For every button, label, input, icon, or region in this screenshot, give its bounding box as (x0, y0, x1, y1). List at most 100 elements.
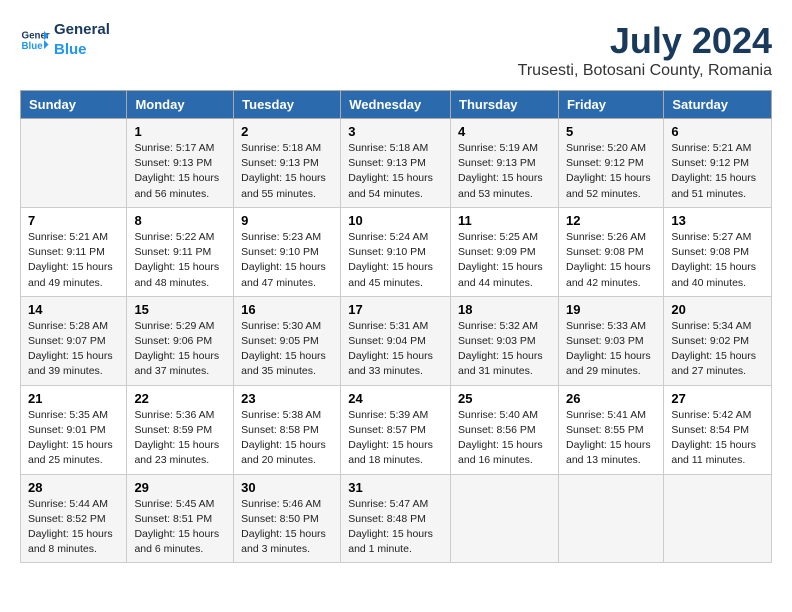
day-number: 8 (134, 213, 226, 228)
calendar-cell: 11 Sunrise: 5:25 AMSunset: 9:09 PMDayligh… (451, 207, 559, 296)
day-number: 27 (671, 391, 764, 406)
day-number: 21 (28, 391, 119, 406)
day-info: Sunrise: 5:18 AMSunset: 9:13 PMDaylight:… (348, 141, 443, 202)
day-info: Sunrise: 5:45 AMSunset: 8:51 PMDaylight:… (134, 497, 226, 558)
calendar-cell: 15 Sunrise: 5:29 AMSunset: 9:06 PMDayligh… (127, 296, 234, 385)
day-number: 19 (566, 302, 656, 317)
day-number: 26 (566, 391, 656, 406)
day-header-sunday: Sunday (21, 91, 127, 119)
day-number: 15 (134, 302, 226, 317)
day-number: 1 (134, 124, 226, 139)
calendar-cell (664, 474, 772, 563)
day-number: 7 (28, 213, 119, 228)
calendar-cell (451, 474, 559, 563)
day-header-wednesday: Wednesday (341, 91, 451, 119)
day-info: Sunrise: 5:25 AMSunset: 9:09 PMDaylight:… (458, 230, 551, 291)
calendar-cell: 25 Sunrise: 5:40 AMSunset: 8:56 PMDayligh… (451, 385, 559, 474)
calendar-cell: 10Sunrise: 5:24 AMSunset: 9:10 PMDayligh… (341, 207, 451, 296)
calendar-cell: 24 Sunrise: 5:39 AMSunset: 8:57 PMDayligh… (341, 385, 451, 474)
week-row-5: 28 Sunrise: 5:44 AMSunset: 8:52 PMDayligh… (21, 474, 772, 563)
calendar-cell: 18 Sunrise: 5:32 AMSunset: 9:03 PMDayligh… (451, 296, 559, 385)
day-info: Sunrise: 5:19 AMSunset: 9:13 PMDaylight:… (458, 141, 551, 202)
calendar-table: SundayMondayTuesdayWednesdayThursdayFrid… (20, 90, 772, 563)
calendar-cell: 16 Sunrise: 5:30 AMSunset: 9:05 PMDayligh… (234, 296, 341, 385)
day-number: 13 (671, 213, 764, 228)
calendar-cell: 6 Sunrise: 5:21 AMSunset: 9:12 PMDaylight… (664, 119, 772, 208)
day-info: Sunrise: 5:21 AMSunset: 9:12 PMDaylight:… (671, 141, 764, 202)
day-number: 9 (241, 213, 333, 228)
day-info: Sunrise: 5:39 AMSunset: 8:57 PMDaylight:… (348, 408, 443, 469)
calendar-cell: 5 Sunrise: 5:20 AMSunset: 9:12 PMDaylight… (558, 119, 663, 208)
week-row-2: 7 Sunrise: 5:21 AMSunset: 9:11 PMDaylight… (21, 207, 772, 296)
calendar-cell: 8 Sunrise: 5:22 AMSunset: 9:11 PMDaylight… (127, 207, 234, 296)
day-info: Sunrise: 5:22 AMSunset: 9:11 PMDaylight:… (134, 230, 226, 291)
day-info: Sunrise: 5:20 AMSunset: 9:12 PMDaylight:… (566, 141, 656, 202)
day-number: 31 (348, 480, 443, 495)
day-info: Sunrise: 5:41 AMSunset: 8:55 PMDaylight:… (566, 408, 656, 469)
day-info: Sunrise: 5:23 AMSunset: 9:10 PMDaylight:… (241, 230, 333, 291)
day-header-thursday: Thursday (451, 91, 559, 119)
logo-icon: General Blue (20, 25, 50, 55)
calendar-cell: 7 Sunrise: 5:21 AMSunset: 9:11 PMDaylight… (21, 207, 127, 296)
day-info: Sunrise: 5:44 AMSunset: 8:52 PMDaylight:… (28, 497, 119, 558)
day-info: Sunrise: 5:47 AMSunset: 8:48 PMDaylight:… (348, 497, 443, 558)
day-number: 24 (348, 391, 443, 406)
day-number: 12 (566, 213, 656, 228)
day-number: 20 (671, 302, 764, 317)
week-row-4: 21 Sunrise: 5:35 AMSunset: 9:01 PMDayligh… (21, 385, 772, 474)
day-number: 6 (671, 124, 764, 139)
calendar-cell: 26 Sunrise: 5:41 AMSunset: 8:55 PMDayligh… (558, 385, 663, 474)
calendar-cell: 20Sunrise: 5:34 AMSunset: 9:02 PMDayligh… (664, 296, 772, 385)
day-info: Sunrise: 5:38 AMSunset: 8:58 PMDaylight:… (241, 408, 333, 469)
calendar-cell: 19 Sunrise: 5:33 AMSunset: 9:03 PMDayligh… (558, 296, 663, 385)
calendar-cell: 1Sunrise: 5:17 AMSunset: 9:13 PMDaylight… (127, 119, 234, 208)
logo-line1: General (54, 20, 110, 40)
day-header-friday: Friday (558, 91, 663, 119)
calendar-cell: 12 Sunrise: 5:26 AMSunset: 9:08 PMDayligh… (558, 207, 663, 296)
calendar-cell: 4 Sunrise: 5:19 AMSunset: 9:13 PMDaylight… (451, 119, 559, 208)
svg-text:Blue: Blue (22, 41, 44, 52)
day-info: Sunrise: 5:24 AMSunset: 9:10 PMDaylight:… (348, 230, 443, 291)
day-info: Sunrise: 5:18 AMSunset: 9:13 PMDaylight:… (241, 141, 333, 202)
day-info: Sunrise: 5:40 AMSunset: 8:56 PMDaylight:… (458, 408, 551, 469)
day-info: Sunrise: 5:29 AMSunset: 9:06 PMDaylight:… (134, 319, 226, 380)
day-info: Sunrise: 5:32 AMSunset: 9:03 PMDaylight:… (458, 319, 551, 380)
day-number: 25 (458, 391, 551, 406)
calendar-cell: 31 Sunrise: 5:47 AMSunset: 8:48 PMDayligh… (341, 474, 451, 563)
subtitle: Trusesti, Botosani County, Romania (518, 62, 772, 80)
day-header-tuesday: Tuesday (234, 91, 341, 119)
day-number: 18 (458, 302, 551, 317)
calendar-cell: 28 Sunrise: 5:44 AMSunset: 8:52 PMDayligh… (21, 474, 127, 563)
day-number: 5 (566, 124, 656, 139)
calendar-cell: 3 Sunrise: 5:18 AMSunset: 9:13 PMDaylight… (341, 119, 451, 208)
day-number: 11 (458, 213, 551, 228)
calendar-cell: 14Sunrise: 5:28 AMSunset: 9:07 PMDayligh… (21, 296, 127, 385)
day-info: Sunrise: 5:36 AMSunset: 8:59 PMDaylight:… (134, 408, 226, 469)
header-row: SundayMondayTuesdayWednesdayThursdayFrid… (21, 91, 772, 119)
week-row-3: 14Sunrise: 5:28 AMSunset: 9:07 PMDayligh… (21, 296, 772, 385)
day-info: Sunrise: 5:21 AMSunset: 9:11 PMDaylight:… (28, 230, 119, 291)
calendar-cell: 9 Sunrise: 5:23 AMSunset: 9:10 PMDaylight… (234, 207, 341, 296)
title-section: July 2024 Trusesti, Botosani County, Rom… (518, 20, 772, 80)
day-number: 16 (241, 302, 333, 317)
calendar-cell: 27Sunrise: 5:42 AMSunset: 8:54 PMDayligh… (664, 385, 772, 474)
day-number: 3 (348, 124, 443, 139)
day-number: 2 (241, 124, 333, 139)
calendar-cell: 13 Sunrise: 5:27 AMSunset: 9:08 PMDayligh… (664, 207, 772, 296)
day-info: Sunrise: 5:31 AMSunset: 9:04 PMDaylight:… (348, 319, 443, 380)
calendar-cell: 17Sunrise: 5:31 AMSunset: 9:04 PMDayligh… (341, 296, 451, 385)
calendar-cell (558, 474, 663, 563)
day-info: Sunrise: 5:35 AMSunset: 9:01 PMDaylight:… (28, 408, 119, 469)
day-header-monday: Monday (127, 91, 234, 119)
calendar-cell (21, 119, 127, 208)
day-info: Sunrise: 5:30 AMSunset: 9:05 PMDaylight:… (241, 319, 333, 380)
day-number: 28 (28, 480, 119, 495)
logo-line2: Blue (54, 40, 110, 60)
day-info: Sunrise: 5:26 AMSunset: 9:08 PMDaylight:… (566, 230, 656, 291)
day-info: Sunrise: 5:33 AMSunset: 9:03 PMDaylight:… (566, 319, 656, 380)
calendar-cell: 22Sunrise: 5:36 AMSunset: 8:59 PMDayligh… (127, 385, 234, 474)
day-info: Sunrise: 5:27 AMSunset: 9:08 PMDaylight:… (671, 230, 764, 291)
day-number: 4 (458, 124, 551, 139)
day-number: 29 (134, 480, 226, 495)
day-number: 14 (28, 302, 119, 317)
